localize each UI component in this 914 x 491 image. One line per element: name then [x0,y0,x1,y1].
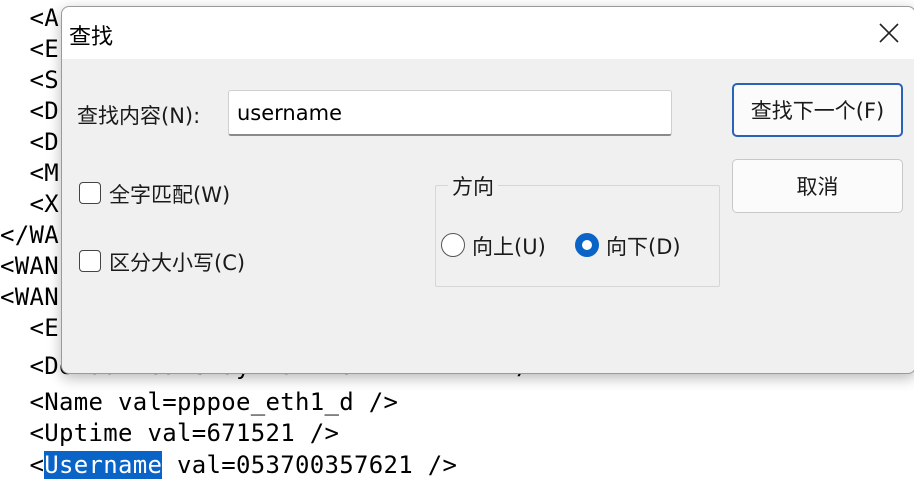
direction-up-label[interactable]: 向上(U) [472,231,546,261]
direction-down-radio[interactable] [575,233,599,257]
whole-word-label[interactable]: 全字匹配(W) [109,179,230,209]
direction-up-radio[interactable] [441,233,465,257]
code-line: <Name val=pppoe_eth1_d /> [0,388,399,416]
code-line: <D [0,128,59,156]
code-line: <E [0,35,59,63]
dialog-title: 查找 [69,25,114,50]
code-line: <M [0,159,59,187]
find-next-button[interactable]: 查找下一个(F) [732,83,903,137]
match-case-checkbox[interactable] [79,250,101,272]
code-line: <A [0,4,59,32]
whole-word-checkbox[interactable] [79,182,101,204]
search-match-highlight: Username [44,451,163,479]
find-dialog: 查找 查找内容(N): 查找下一个(F) 取消 全字匹配(W) 区分大小写(C)… [61,6,914,374]
dialog-titlebar[interactable]: 查找 [62,7,914,59]
code-line-current: <Username val=053700357621 /> [0,450,457,481]
find-what-input[interactable] [228,90,672,136]
direction-down-label[interactable]: 向下(D) [606,231,681,261]
code-line: <WAN [0,252,59,280]
cancel-button[interactable]: 取消 [732,159,903,213]
code-line-prefix: < [0,451,45,479]
code-line: </WA [0,221,59,249]
find-what-label: 查找内容(N): [77,104,201,128]
code-line: <WAN [0,283,59,311]
code-line: <Uptime val=671521 /> [0,419,340,447]
close-icon [879,23,899,43]
code-line: <X [0,190,59,218]
direction-title: 方向 [448,171,498,201]
code-line: <D [0,97,59,125]
code-line: <S [0,66,59,94]
code-line: <E [0,314,59,342]
close-button[interactable] [871,15,907,51]
match-case-label[interactable]: 区分大小写(C) [109,247,245,277]
code-line-suffix: val=053700357621 /> [162,451,458,479]
